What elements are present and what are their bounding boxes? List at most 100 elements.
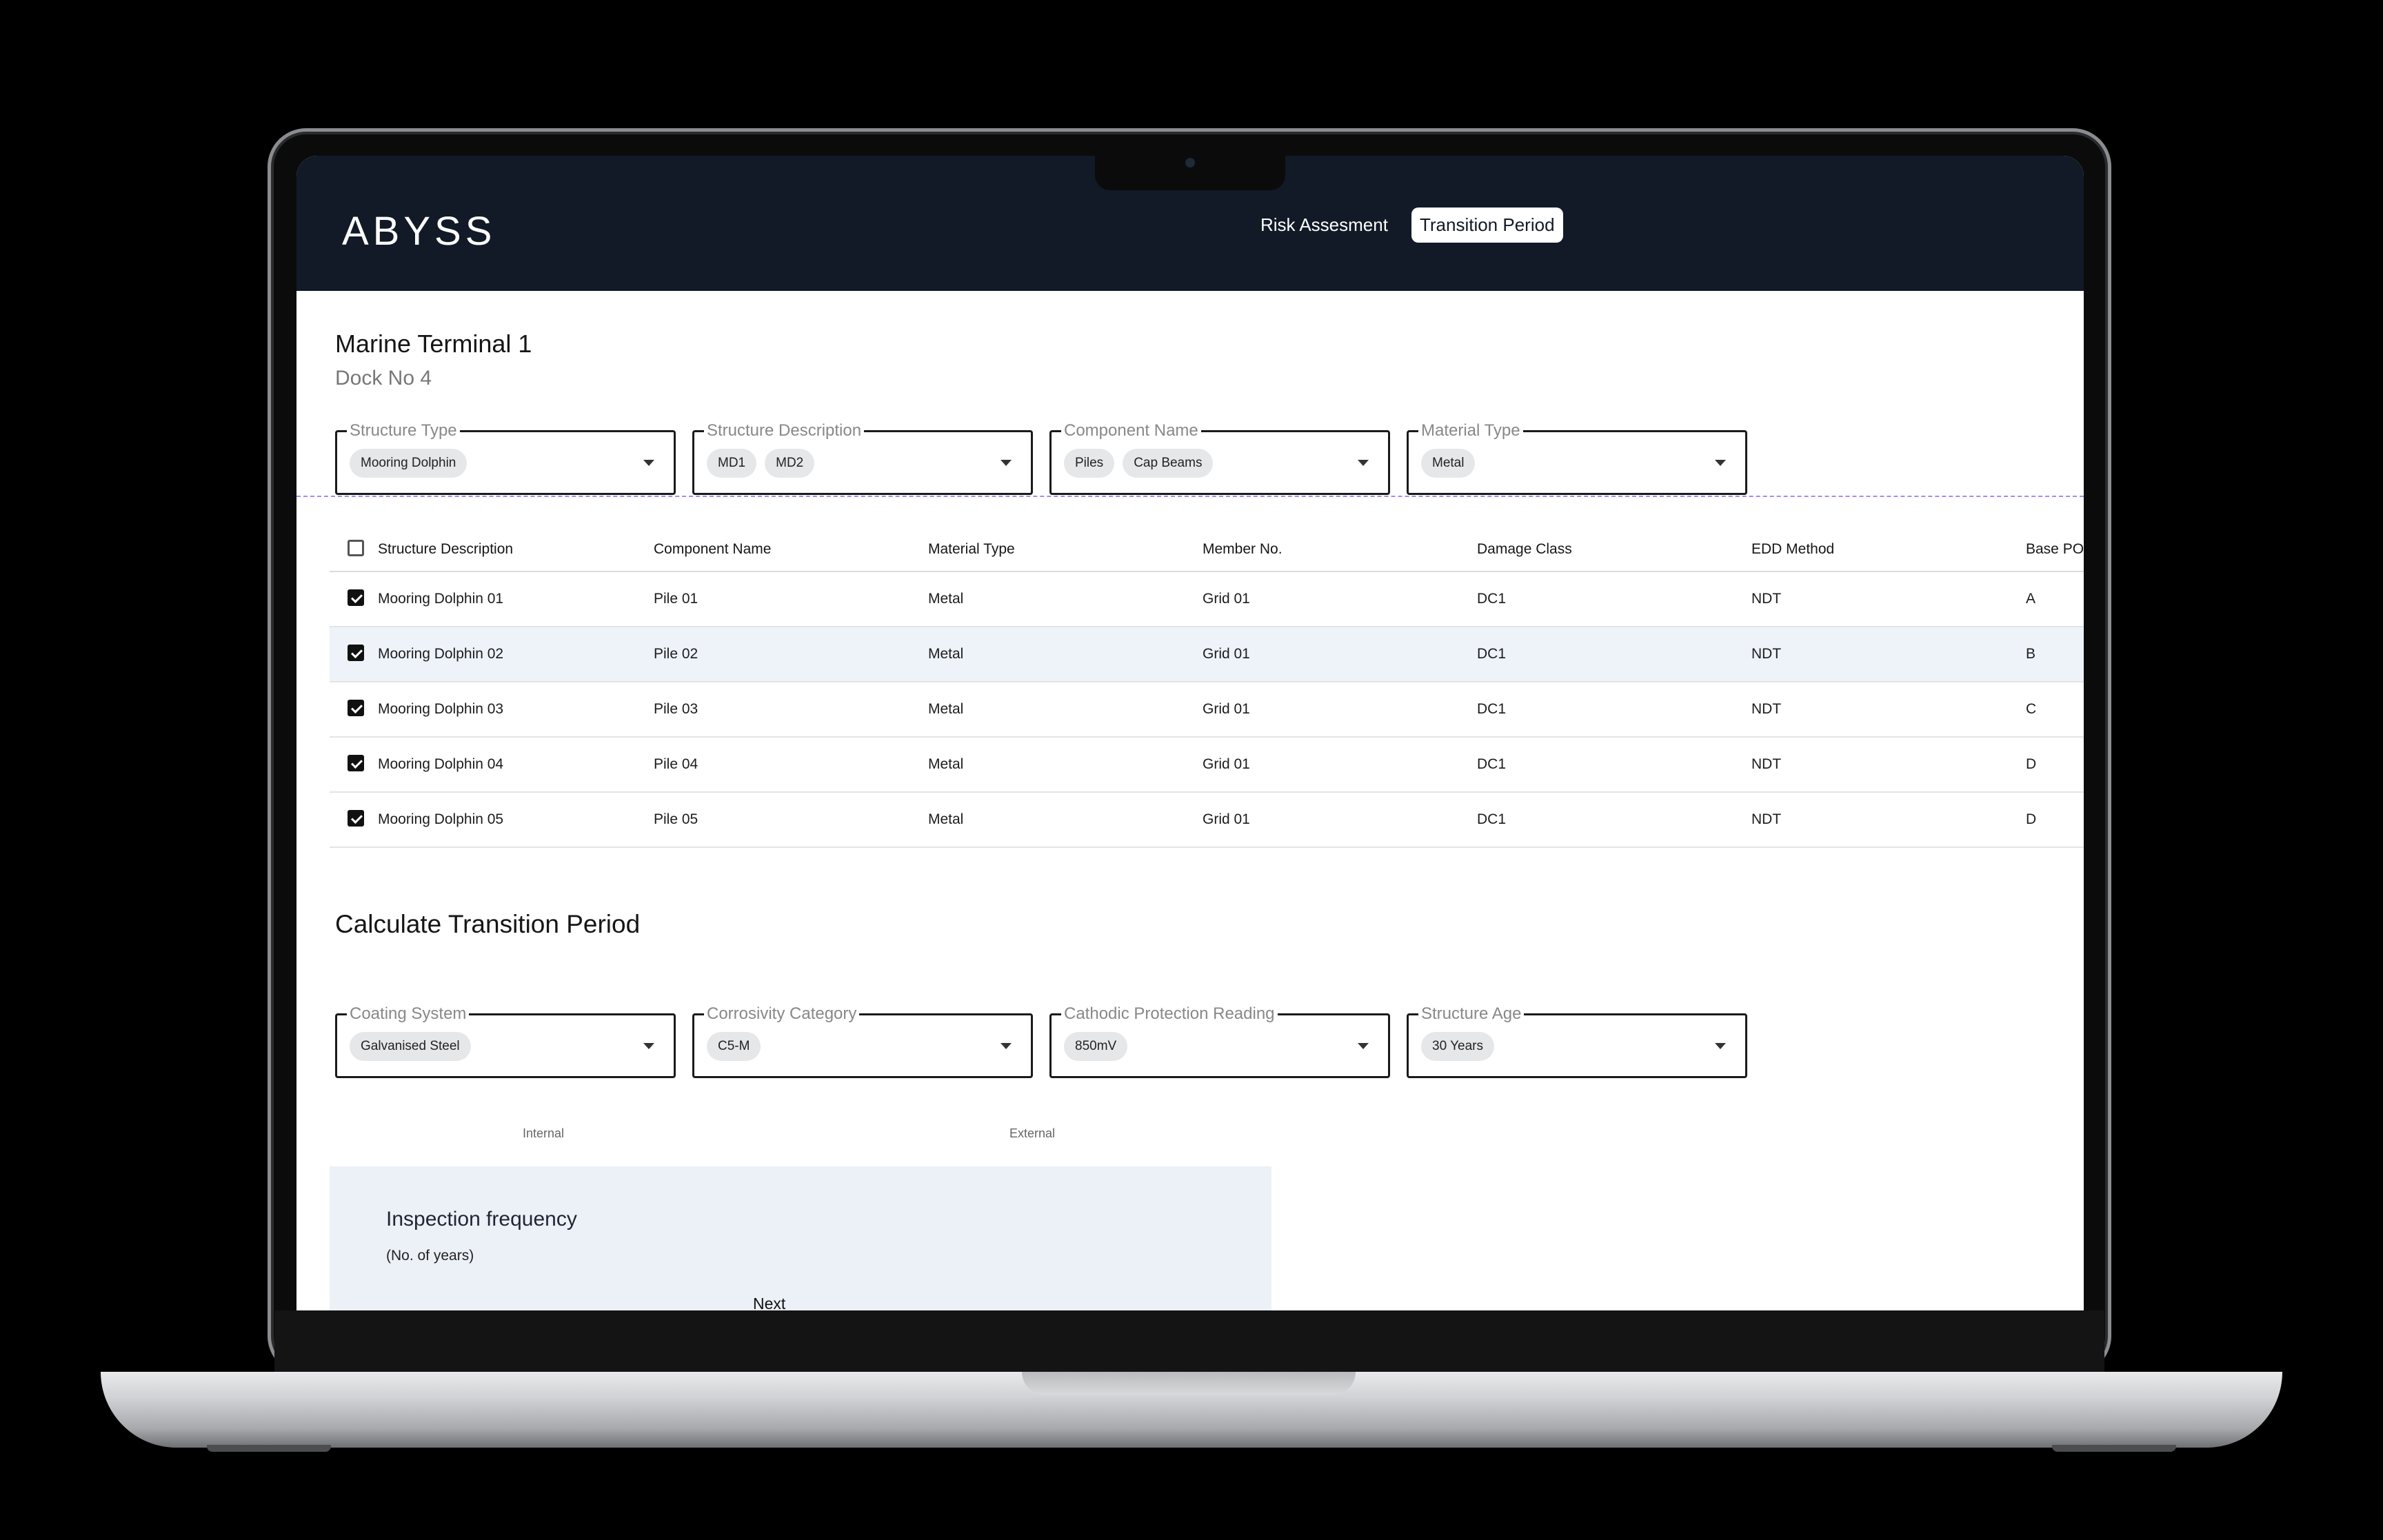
nav-risk-assesment[interactable]: Risk Assesment (1252, 207, 1396, 243)
cell-base-pof: D (2026, 811, 2037, 827)
cell-structure-description: Mooring Dolphin 03 (378, 701, 504, 717)
cell-edd-method: NDT (1751, 591, 1782, 607)
chevron-down-icon[interactable] (1001, 1043, 1012, 1049)
chevron-down-icon[interactable] (1715, 1043, 1726, 1049)
structure-age-label: Structure Age (1418, 1004, 1525, 1024)
chip-c5-m[interactable]: C5-M (707, 1032, 761, 1061)
chevron-down-icon[interactable] (1358, 1043, 1369, 1049)
cell-material-type: Metal (928, 591, 964, 607)
top-nav: Risk Assesment Transition Period (1252, 207, 1563, 243)
chip-galvanised-steel[interactable]: Galvanised Steel (350, 1032, 471, 1061)
col-structure-description[interactable]: Structure Description (378, 528, 513, 571)
table-header-row: Structure Description Component Name Mat… (330, 528, 2084, 572)
cell-edd-method: NDT (1751, 756, 1782, 772)
cathodic-protection-label: Cathodic Protection Reading (1061, 1004, 1278, 1024)
cell-member-no: Grid 01 (1203, 591, 1250, 607)
cell-edd-method: NDT (1751, 811, 1782, 827)
laptop-foot-right (2052, 1445, 2176, 1452)
cell-material-type: Metal (928, 701, 964, 717)
cell-base-pof: D (2026, 756, 2037, 772)
col-component-name[interactable]: Component Name (654, 528, 771, 571)
row-checkbox[interactable] (348, 700, 364, 716)
coating-system-select[interactable]: Coating System Galvanised Steel (335, 1004, 676, 1078)
cell-structure-description: Mooring Dolphin 01 (378, 591, 504, 607)
table-row[interactable]: Mooring Dolphin 01 Pile 01 Metal Grid 01… (330, 572, 2084, 627)
cell-damage-class: DC1 (1477, 646, 1507, 662)
chip-850mv[interactable]: 850mV (1064, 1032, 1128, 1061)
structure-age-select[interactable]: Structure Age 30 Years (1407, 1004, 1747, 1078)
laptop-base-notch (1022, 1372, 1356, 1395)
table-row[interactable]: Mooring Dolphin 04 Pile 04 Metal Grid 01… (330, 738, 2084, 793)
chevron-down-icon[interactable] (1715, 460, 1726, 466)
page-title: Marine Terminal 1 (335, 330, 532, 358)
tab-external[interactable]: External (1009, 1126, 1055, 1141)
chip-mooring-dolphin[interactable]: Mooring Dolphin (350, 449, 467, 478)
cell-component-name: Pile 05 (654, 811, 698, 827)
cell-member-no: Grid 01 (1203, 701, 1250, 717)
chevron-down-icon[interactable] (1001, 460, 1012, 466)
cell-material-type: Metal (928, 646, 964, 662)
cell-base-pof: A (2026, 591, 2036, 607)
cell-base-pof: B (2026, 646, 2036, 662)
cell-edd-method: NDT (1751, 701, 1782, 717)
laptop-chin (274, 1310, 2104, 1372)
col-material-type[interactable]: Material Type (928, 528, 1015, 571)
cell-member-no: Grid 01 (1203, 811, 1250, 827)
chip-piles[interactable]: Piles (1064, 449, 1115, 478)
corrosivity-category-label: Corrosivity Category (704, 1004, 860, 1024)
material-type-select[interactable]: Material Type Metal (1407, 421, 1747, 495)
col-damage-class[interactable]: Damage Class (1477, 528, 1572, 571)
cell-component-name: Pile 01 (654, 591, 698, 607)
col-member-no[interactable]: Member No. (1203, 528, 1283, 571)
next-button[interactable]: Next (753, 1295, 785, 1310)
chip-md1[interactable]: MD1 (707, 449, 757, 478)
cell-damage-class: DC1 (1477, 811, 1507, 827)
inspection-subtitle: (No. of years) (386, 1248, 474, 1264)
abyss-logo[interactable]: ABYSS (342, 208, 496, 254)
chip-md2[interactable]: MD2 (765, 449, 815, 478)
chip-metal[interactable]: Metal (1421, 449, 1476, 478)
col-edd-method[interactable]: EDD Method (1751, 528, 1834, 571)
table-row[interactable]: Mooring Dolphin 02 Pile 02 Metal Grid 01… (330, 627, 2084, 682)
row-checkbox[interactable] (348, 810, 364, 827)
cell-structure-description: Mooring Dolphin 02 (378, 646, 504, 662)
row-checkbox[interactable] (348, 645, 364, 661)
select-all-checkbox[interactable] (348, 540, 364, 556)
component-name-select[interactable]: Component Name Piles Cap Beams (1049, 421, 1390, 495)
chip-30-years[interactable]: 30 Years (1421, 1032, 1494, 1061)
calc-section-title: Calculate Transition Period (335, 910, 641, 938)
chevron-down-icon[interactable] (643, 460, 654, 466)
cell-base-pof: C (2026, 701, 2037, 717)
cathodic-protection-select[interactable]: Cathodic Protection Reading 850mV (1049, 1004, 1390, 1078)
section-divider (296, 496, 2084, 497)
corrosivity-category-select[interactable]: Corrosivity Category C5-M (692, 1004, 1033, 1078)
cell-structure-description: Mooring Dolphin 05 (378, 811, 504, 827)
chevron-down-icon[interactable] (1358, 460, 1369, 466)
structure-description-select[interactable]: Structure Description MD1 MD2 (692, 421, 1033, 495)
row-checkbox[interactable] (348, 755, 364, 771)
component-name-label: Component Name (1061, 421, 1201, 440)
cell-edd-method: NDT (1751, 646, 1782, 662)
cell-member-no: Grid 01 (1203, 646, 1250, 662)
row-checkbox[interactable] (348, 589, 364, 606)
chip-cap-beams[interactable]: Cap Beams (1123, 449, 1214, 478)
tab-internal[interactable]: Internal (523, 1126, 564, 1141)
col-base-pof[interactable]: Base POF (2026, 528, 2084, 571)
cell-component-name: Pile 02 (654, 646, 698, 662)
components-table: Structure Description Component Name Mat… (330, 528, 2084, 848)
structure-type-select[interactable]: Structure Type Mooring Dolphin (335, 421, 676, 495)
cell-material-type: Metal (928, 811, 964, 827)
chevron-down-icon[interactable] (643, 1043, 654, 1049)
table-row[interactable]: Mooring Dolphin 03 Pile 03 Metal Grid 01… (330, 682, 2084, 738)
cell-damage-class: DC1 (1477, 591, 1507, 607)
camera-icon (1185, 158, 1195, 168)
material-type-label: Material Type (1418, 421, 1523, 440)
nav-transition-period[interactable]: Transition Period (1411, 207, 1563, 243)
cell-material-type: Metal (928, 756, 964, 772)
structure-description-label: Structure Description (704, 421, 865, 440)
laptop-foot-left (207, 1445, 331, 1452)
coating-system-label: Coating System (347, 1004, 470, 1024)
page-subtitle: Dock No 4 (335, 367, 432, 389)
inspection-frequency-card: Inspection frequency (No. of years) Next (330, 1166, 1271, 1310)
table-row[interactable]: Mooring Dolphin 05 Pile 05 Metal Grid 01… (330, 793, 2084, 848)
